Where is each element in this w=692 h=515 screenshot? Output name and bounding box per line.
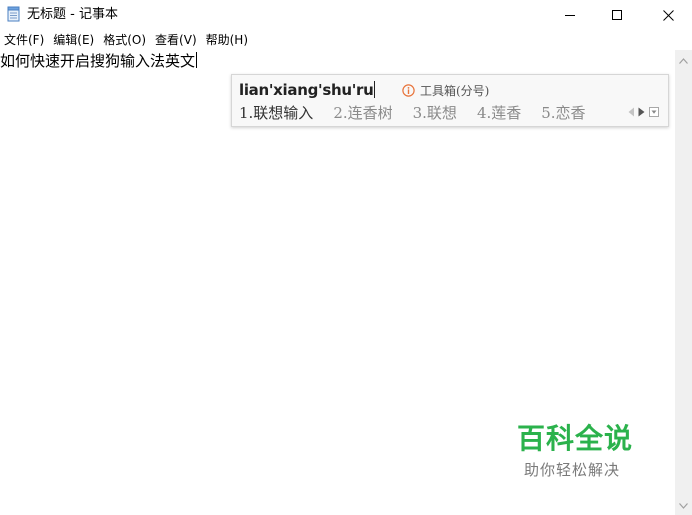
- close-button[interactable]: [645, 0, 691, 30]
- ime-composition: lian'xiang'shu'ru: [239, 80, 376, 100]
- ime-candidate-1[interactable]: 1.联想输入: [239, 103, 313, 123]
- ime-candidate-3[interactable]: 3.联想: [413, 103, 457, 123]
- ime-caret: [374, 81, 376, 98]
- scroll-down-button[interactable]: [675, 497, 692, 514]
- menu-edit[interactable]: 编辑(E): [49, 30, 99, 50]
- menu-help[interactable]: 帮助(H): [202, 30, 253, 50]
- ime-toolbox-button[interactable]: 工具箱(分号): [402, 82, 489, 99]
- maximize-button[interactable]: [594, 0, 640, 30]
- notepad-window: 无标题 - 记事本 文件(F) 编辑(E) 格式(O) 查看(V) 帮助(H) …: [0, 0, 692, 515]
- window-title: 无标题 - 记事本: [27, 7, 118, 22]
- scroll-up-button[interactable]: [675, 52, 692, 69]
- ime-page-nav: [628, 107, 659, 117]
- ime-candidate-4[interactable]: 4.莲香: [477, 103, 521, 123]
- menu-bar: 文件(F) 编辑(E) 格式(O) 查看(V) 帮助(H): [0, 30, 692, 50]
- title-bar[interactable]: 无标题 - 记事本: [0, 0, 692, 30]
- menu-file[interactable]: 文件(F): [0, 30, 49, 50]
- chevron-down-icon: [679, 502, 688, 509]
- info-icon: [402, 84, 415, 97]
- expand-icon[interactable]: [649, 107, 659, 117]
- ime-toolbox-label: 工具箱(分号): [420, 84, 490, 98]
- minimize-button[interactable]: [547, 0, 593, 30]
- minimize-icon: [565, 15, 575, 16]
- prev-page-icon[interactable]: [628, 107, 635, 117]
- chevron-up-icon: [679, 57, 688, 64]
- next-page-icon[interactable]: [638, 107, 645, 117]
- ime-candidate-list: 1.联想输入 2.连香树 3.联想 4.莲香 5.恋香: [239, 103, 606, 123]
- vertical-scrollbar[interactable]: [675, 50, 692, 515]
- ime-candidate-window: lian'xiang'shu'ru 工具箱(分号) 1.联想输入 2.连香树 3…: [231, 74, 669, 127]
- notepad-icon: [7, 6, 20, 22]
- text-caret: [196, 52, 198, 68]
- close-icon: [662, 9, 674, 21]
- editor-line[interactable]: 如何快速开启搜狗输入法英文: [0, 51, 198, 71]
- editor-content: 如何快速开启搜狗输入法英文: [0, 52, 196, 70]
- watermark-subtitle: 助你轻松解决: [524, 461, 621, 479]
- ime-candidate-5[interactable]: 5.恋香: [541, 103, 585, 123]
- menu-format[interactable]: 格式(O): [99, 30, 151, 50]
- menu-view[interactable]: 查看(V): [151, 30, 202, 50]
- ime-candidate-2[interactable]: 2.连香树: [333, 103, 392, 123]
- maximize-icon: [612, 10, 622, 20]
- watermark-title: 百科全说: [517, 422, 634, 455]
- ime-pinyin-text: lian'xiang'shu'ru: [239, 81, 374, 99]
